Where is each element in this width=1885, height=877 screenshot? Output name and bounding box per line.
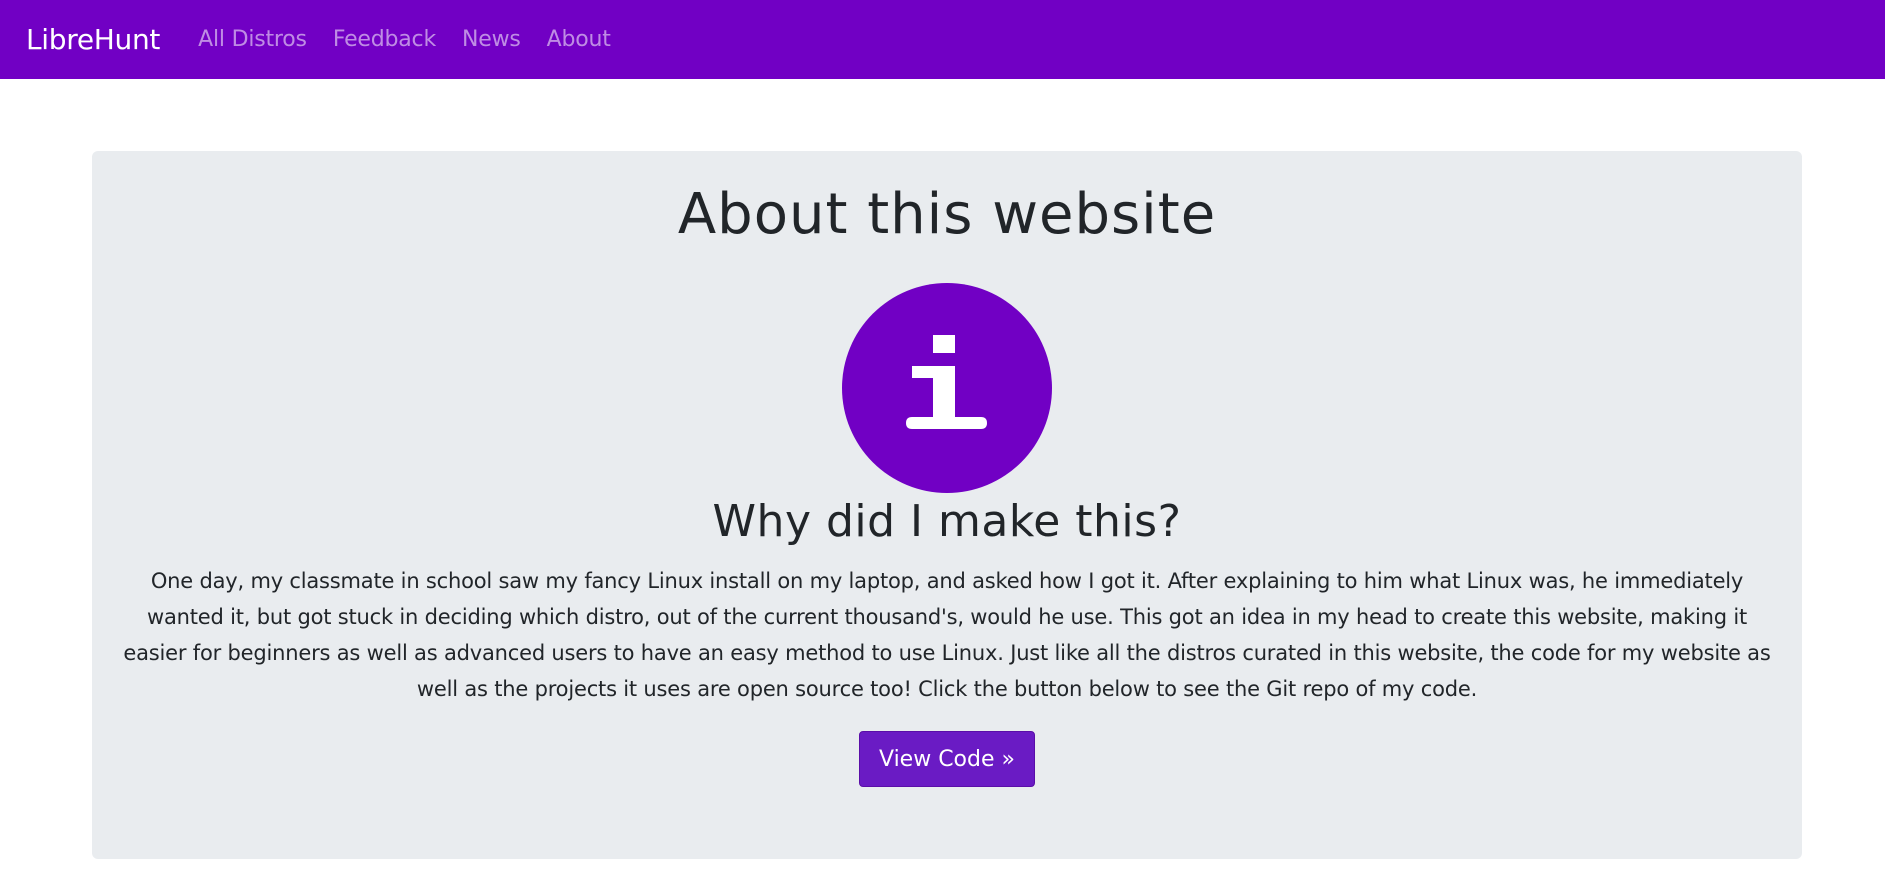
about-paragraph: One day, my classmate in school saw my f… bbox=[123, 569, 1771, 701]
nav-link-feedback[interactable]: Feedback bbox=[333, 27, 436, 52]
info-icon-stem bbox=[906, 366, 987, 429]
nav-link-news[interactable]: News bbox=[462, 27, 521, 52]
info-glyph bbox=[906, 335, 987, 429]
about-panel: About this website Why did I make this? … bbox=[92, 151, 1802, 859]
nav-link-about[interactable]: About bbox=[547, 27, 611, 52]
top-navbar: LibreHunt All Distros Feedback News Abou… bbox=[0, 0, 1885, 79]
info-icon bbox=[842, 283, 1052, 493]
brand-logo-link[interactable]: LibreHunt bbox=[26, 23, 160, 56]
view-code-button[interactable]: View Code » bbox=[859, 731, 1035, 787]
section-heading: Why did I make this? bbox=[712, 496, 1182, 547]
page-title: About this website bbox=[677, 182, 1217, 247]
nav-link-all-distros[interactable]: All Distros bbox=[198, 27, 307, 52]
info-icon-dot bbox=[933, 335, 955, 353]
nav-links: All Distros Feedback News About bbox=[198, 27, 611, 52]
